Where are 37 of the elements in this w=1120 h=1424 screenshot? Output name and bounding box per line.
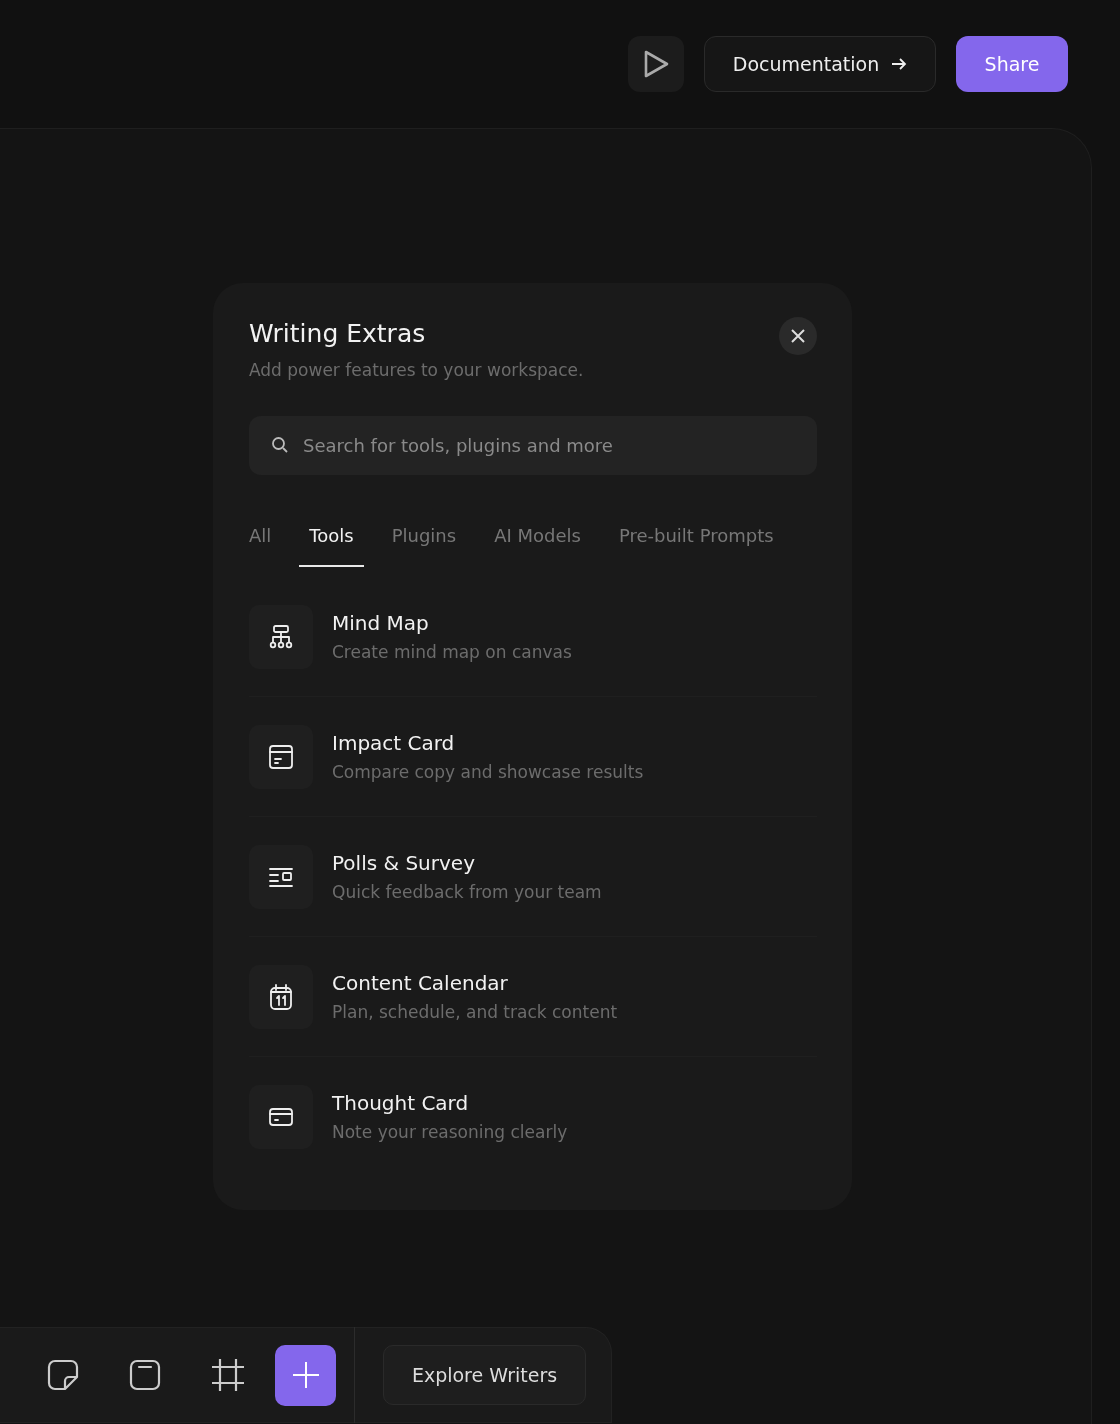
tab[interactable]: All: [239, 507, 282, 567]
window-icon: [267, 742, 295, 771]
plus-icon: [292, 1362, 319, 1388]
search-field[interactable]: Search for tools, plugins and more: [249, 416, 817, 475]
calendar-icon: [267, 982, 295, 1011]
tool-description: Create mind map on canvas: [332, 640, 572, 664]
card-button[interactable]: [129, 1359, 161, 1391]
tool-description: Compare copy and showcase results: [332, 760, 644, 784]
sticky-note-button[interactable]: [47, 1359, 79, 1391]
close-icon: [791, 329, 805, 343]
tab[interactable]: Tools: [299, 507, 364, 567]
tool-title[interactable]: Content Calendar: [332, 969, 618, 996]
frame-icon: [211, 1358, 245, 1392]
share-button[interactable]: Share: [956, 36, 1068, 92]
tool-description: Plan, schedule, and track content: [332, 1000, 618, 1024]
play-icon: [642, 49, 670, 79]
frame-button[interactable]: [211, 1358, 245, 1392]
documentation-button[interactable]: Documentation: [704, 36, 936, 92]
play-button[interactable]: [628, 36, 684, 92]
hierarchy-icon: [267, 622, 295, 651]
tab[interactable]: AI Models: [484, 507, 591, 567]
tab[interactable]: Plugins: [381, 507, 467, 567]
modal-title: Writing Extras: [249, 318, 427, 350]
arrow-right-icon: [891, 57, 908, 71]
tab[interactable]: Pre-built Prompts: [608, 507, 784, 567]
tool-description: Note your reasoning clearly: [332, 1121, 568, 1144]
card-icon: [129, 1359, 161, 1391]
tool-title[interactable]: Thought Card: [332, 1090, 568, 1116]
close-button[interactable]: [779, 317, 817, 355]
modal-subtitle: Add power features to your workspace.: [249, 359, 584, 381]
sticky-note-icon: [47, 1359, 79, 1391]
tool-description: Quick feedback from your team: [332, 880, 602, 904]
explore-writers-button[interactable]: Explore Writers: [383, 1345, 586, 1405]
tool-title[interactable]: Polls & Survey: [332, 849, 602, 876]
tool-title[interactable]: Impact Card: [332, 729, 644, 756]
add-button[interactable]: [275, 1344, 336, 1406]
tool-title[interactable]: Mind Map: [332, 609, 572, 636]
